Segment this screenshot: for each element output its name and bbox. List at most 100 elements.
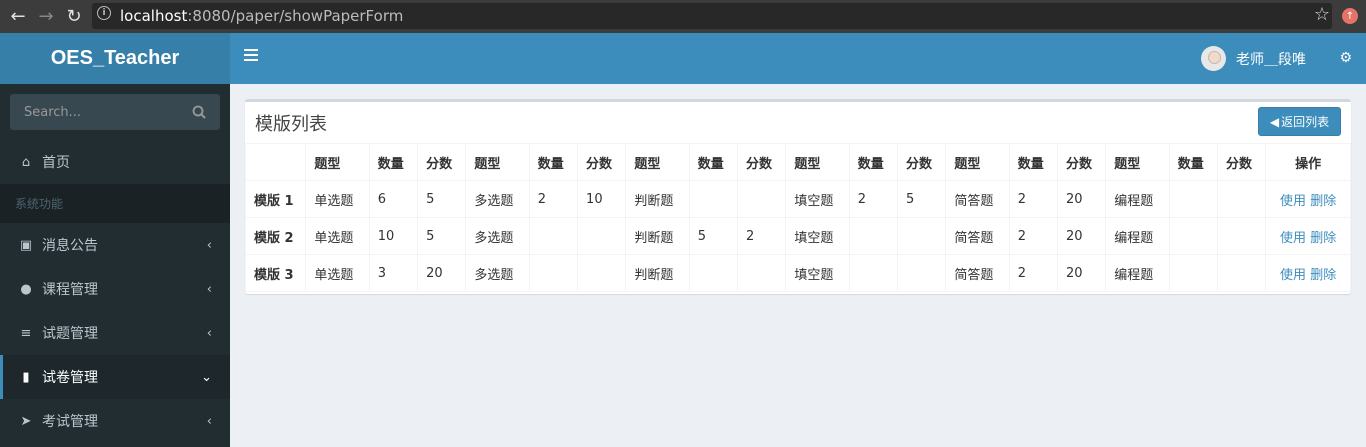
column-header: 分数 [897, 143, 947, 181]
browser-toolbar: ← → ↻ localhost:8080/paper/showPaperForm… [0, 0, 1366, 33]
table-cell: 填空题 [785, 254, 850, 292]
address-bar[interactable]: localhost:8080/paper/showPaperForm [92, 3, 1332, 29]
sidebar-item-home[interactable]: ⌂ 首页 [0, 140, 230, 184]
table-cell: 6 [368, 180, 419, 218]
table-cell: 10 [368, 217, 419, 255]
column-header: 题型 [1105, 143, 1170, 181]
table-cell: 判断题 [625, 180, 690, 218]
main-header: 老师＿段唯 ⚙ [230, 33, 1366, 84]
table-cell [848, 217, 899, 255]
table-cell: 判断题 [625, 254, 690, 292]
sidebar-item-label: 试题管理 [42, 326, 98, 342]
table-cell: 填空题 [785, 217, 850, 255]
column-header: 数量 [368, 143, 419, 181]
table-cell: 简答题 [945, 180, 1010, 218]
template-name: 模版 1 [244, 180, 307, 218]
table-cell: 5 [417, 180, 467, 218]
table-cell: 简答题 [945, 254, 1010, 292]
table-cell [737, 180, 787, 218]
forward-arrow-icon[interactable]: → [32, 3, 60, 31]
delete-template-link[interactable]: 删除 [1310, 194, 1336, 209]
use-template-link[interactable]: 使用 [1280, 231, 1306, 246]
sidebar-section-header: 系统功能 [0, 184, 230, 223]
sidebar-item-label: 课程管理 [42, 282, 98, 298]
bookmark-star-icon[interactable]: ☆ [1314, 4, 1330, 25]
table-cell: 2 [848, 180, 899, 218]
use-template-link[interactable]: 使用 [1280, 268, 1306, 283]
table-cell: 10 [577, 180, 627, 218]
sidebar-item-exams[interactable]: ➤ 考试管理 ‹ [0, 399, 230, 443]
search-icon[interactable] [192, 105, 206, 119]
delete-template-link[interactable]: 删除 [1310, 231, 1336, 246]
table-cell [1168, 180, 1218, 218]
table-cell [1168, 217, 1218, 255]
table-cell [528, 254, 579, 292]
actions-cell: 使用 删除 [1265, 217, 1351, 255]
users-icon: ● [20, 281, 32, 297]
column-header: 分数 [1056, 143, 1107, 181]
table-cell: 判断题 [625, 217, 690, 255]
template-list-box: 模版列表 ◀ 返回列表 题型 数量 分数 题型 数量 分数 题型 数量 分数 题型 数量 分数 题型 数量… [244, 99, 1351, 294]
table-cell: 20 [1056, 217, 1107, 255]
table-cell: 2 [528, 180, 579, 218]
table-cell: 20 [417, 254, 467, 292]
table-cell [848, 254, 899, 292]
user-menu[interactable]: 老师＿段唯 [1201, 46, 1306, 71]
table-cell [897, 254, 947, 292]
table-cell [737, 254, 787, 292]
table-cell: 2 [1008, 217, 1059, 255]
column-header: 题型 [785, 143, 850, 181]
table-cell [577, 254, 627, 292]
column-header: 数量 [1008, 143, 1059, 181]
use-template-link[interactable]: 使用 [1280, 194, 1306, 209]
gears-icon[interactable]: ⚙ [1339, 50, 1352, 66]
table-header-row: 题型 数量 分数 题型 数量 分数 题型 数量 分数 题型 数量 分数 题型 数量 分数 题型 数量 分数 操作 [244, 143, 1351, 181]
sidebar-item-label: 消息公告 [42, 238, 98, 254]
extension-icon[interactable]: ↑ [1342, 8, 1358, 24]
search-placeholder: Search... [24, 104, 82, 120]
table-row: 模版 2 单选题 10 5 多选题 判断题 5 2 填空题 简答题 2 20 编程题 使用 删除 [244, 217, 1351, 255]
url-path: :8080/paper/showPaperForm [187, 7, 404, 25]
sidebar-item-questions[interactable]: ≡ 试题管理 ‹ [0, 311, 230, 355]
table-cell [1216, 217, 1267, 255]
chevron-left-icon: ‹ [206, 413, 212, 429]
back-to-list-button[interactable]: ◀ 返回列表 [1258, 107, 1341, 136]
table-cell [897, 217, 947, 255]
table-cell [1216, 180, 1267, 218]
sidebar-item-papers[interactable]: ▮ 试卷管理 ⌄ [0, 355, 230, 399]
sidebar-item-courses[interactable]: ● 课程管理 ‹ [0, 267, 230, 311]
paper-plane-icon: ➤ [20, 413, 32, 429]
actions-cell: 使用 删除 [1265, 254, 1351, 292]
arrow-left-icon: ◀ [1269, 114, 1280, 129]
actions-cell: 使用 删除 [1265, 180, 1351, 218]
table-cell: 填空题 [785, 180, 850, 218]
reload-icon[interactable]: ↻ [60, 3, 88, 31]
column-header: 题型 [465, 143, 530, 181]
home-icon: ⌂ [21, 154, 31, 170]
delete-template-link[interactable]: 删除 [1310, 268, 1336, 283]
list-icon: ≡ [20, 325, 32, 341]
table-cell: 多选题 [465, 254, 530, 292]
column-header-actions: 操作 [1265, 143, 1351, 181]
chevron-down-icon: ⌄ [201, 369, 212, 385]
column-header: 数量 [688, 143, 739, 181]
contact-card-icon: ▣ [19, 237, 33, 253]
table-cell: 单选题 [305, 217, 370, 255]
column-header: 数量 [528, 143, 579, 181]
sidebar-search-input[interactable]: Search... [10, 94, 220, 130]
template-name: 模版 2 [244, 217, 307, 255]
book-icon: ▮ [22, 369, 30, 385]
sidebar-item-announcements[interactable]: ▣ 消息公告 ‹ [0, 223, 230, 267]
table-cell: 2 [737, 217, 787, 255]
chevron-left-icon: ‹ [206, 325, 212, 341]
template-table: 题型 数量 分数 题型 数量 分数 题型 数量 分数 题型 数量 分数 题型 数量 分数 题型 数量 分数 操作 模… [244, 143, 1351, 292]
info-icon[interactable]: i [97, 6, 111, 20]
box-title: 模版列表 [255, 114, 327, 135]
table-cell: 单选题 [305, 180, 370, 218]
url-host: localhost [120, 7, 188, 25]
app-logo[interactable]: OES_Teacher [0, 33, 230, 84]
sidebar-toggle-icon[interactable] [244, 49, 258, 63]
user-name: 老师＿段唯 [1236, 51, 1306, 68]
column-header: 题型 [945, 143, 1010, 181]
back-arrow-icon[interactable]: ← [4, 3, 32, 31]
